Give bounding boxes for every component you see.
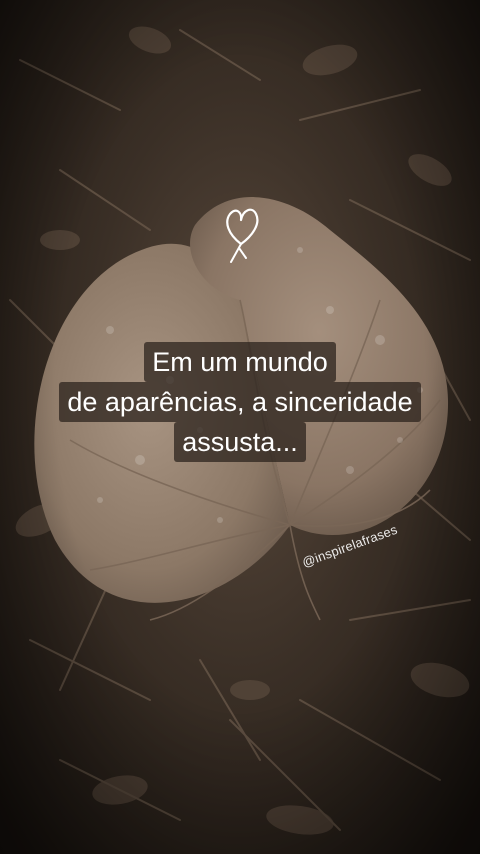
photo-card: Em um mundo de aparências, a sinceridade…	[0, 0, 480, 854]
heart-outline-icon	[226, 208, 259, 263]
quote-line-3: assusta...	[174, 422, 306, 462]
quote-text: Em um mundo de aparências, a sinceridade…	[0, 342, 480, 462]
quote-line-1: Em um mundo	[144, 342, 336, 382]
quote-line-2: de aparências, a sinceridade	[59, 382, 421, 422]
